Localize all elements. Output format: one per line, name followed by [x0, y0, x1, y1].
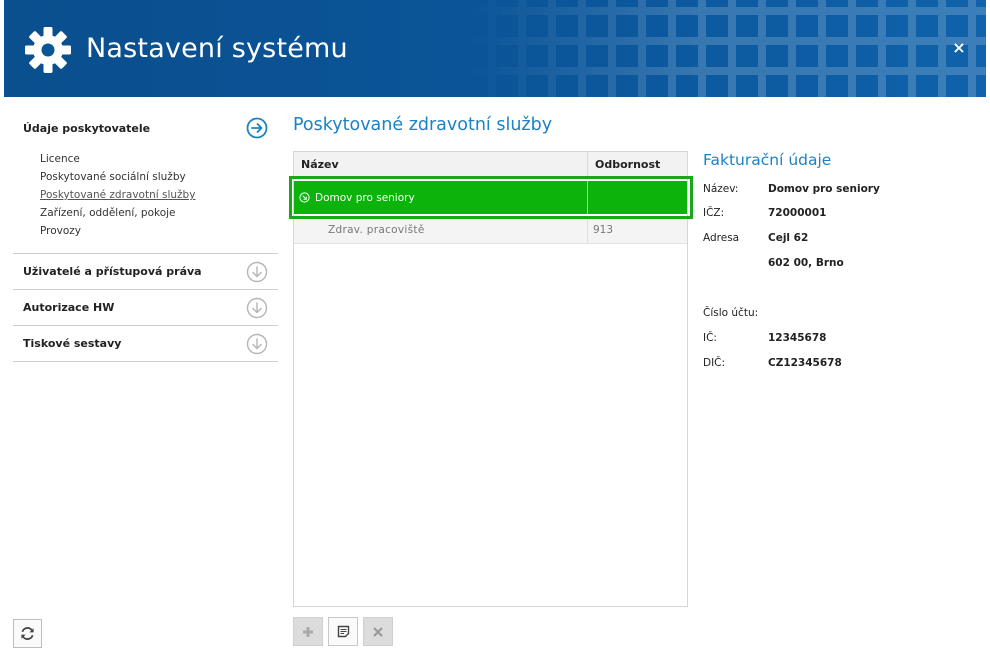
- table-row[interactable]: Zdrav. pracoviště 913: [294, 216, 687, 244]
- invoice-name-label: Název:: [703, 183, 739, 195]
- sidebar: Údaje poskytovatele Licence Poskytované …: [13, 110, 278, 362]
- sidebar-section-users[interactable]: Uživatelé a přístupová práva: [13, 254, 278, 290]
- window-title: Nastavení systému: [86, 33, 348, 64]
- invoice-icz-label: IČZ:: [703, 207, 725, 219]
- column-header-specialty[interactable]: Odbornost: [588, 152, 687, 177]
- sidebar-section-label: Uživatelé a přístupová práva: [23, 265, 202, 278]
- table-cell-specialty: [588, 181, 687, 214]
- invoice-address-line1: Cejl 62: [768, 232, 809, 244]
- invoice-icz-value: 72000001: [768, 207, 827, 219]
- sidebar-item-social-services[interactable]: Poskytované sociální služby: [40, 168, 278, 186]
- sidebar-item-licence[interactable]: Licence: [40, 150, 278, 168]
- table-header: Název Odbornost: [294, 152, 687, 178]
- table-cell-name: Domov pro seniory: [294, 181, 588, 214]
- arrow-down-circle-icon[interactable]: [246, 297, 268, 319]
- sidebar-provider-list: Licence Poskytované sociální služby Posk…: [13, 146, 278, 254]
- column-header-name[interactable]: Název: [294, 152, 588, 177]
- invoice-name-value: Domov pro seniory: [768, 183, 880, 195]
- invoice-dic-label: DIČ:: [703, 357, 726, 369]
- refresh-button[interactable]: [13, 619, 42, 648]
- invoice-address-line2: 602 00, Brno: [768, 257, 844, 269]
- sidebar-section-label: Autorizace HW: [23, 301, 115, 314]
- sidebar-item-operations[interactable]: Provozy: [40, 222, 278, 240]
- window-header: Nastavení systému ×: [4, 0, 986, 97]
- plus-icon: [303, 626, 313, 637]
- edit-button[interactable]: [328, 617, 358, 646]
- header-pattern: [466, 0, 986, 97]
- sidebar-item-health-services[interactable]: Poskytované zdravotní služby: [40, 186, 278, 204]
- table-cell-specialty: 913: [593, 224, 614, 236]
- table-row[interactable]: Domov pro seniory: [294, 181, 687, 214]
- arrow-right-circle-icon[interactable]: [246, 117, 268, 139]
- row-name: Domov pro seniory: [315, 191, 415, 204]
- note-icon: [337, 625, 349, 638]
- add-button[interactable]: [293, 617, 323, 646]
- gear-icon: [25, 27, 71, 73]
- invoice-dic-value: CZ12345678: [768, 357, 842, 369]
- invoice-address-label: Adresa: [703, 232, 740, 244]
- delete-button[interactable]: [363, 617, 393, 646]
- sidebar-section-print[interactable]: Tiskové sestavy: [13, 326, 278, 362]
- sidebar-section-label: Tiskové sestavy: [23, 337, 122, 350]
- table-cell-name: Zdrav. pracoviště: [294, 216, 588, 243]
- invoice-ic-value: 12345678: [768, 332, 827, 344]
- collapse-icon[interactable]: [299, 192, 310, 203]
- invoice-title: Fakturační údaje: [703, 151, 832, 169]
- sidebar-section-hw[interactable]: Autorizace HW: [13, 290, 278, 326]
- invoice-account-label: Číslo účtu:: [703, 307, 759, 319]
- sidebar-section-label: Údaje poskytovatele: [23, 121, 151, 135]
- invoice-ic-label: IČ:: [703, 332, 717, 344]
- sidebar-section-provider[interactable]: Údaje poskytovatele: [13, 110, 278, 146]
- page-title: Poskytované zdravotní služby: [293, 115, 553, 135]
- sidebar-item-facilities[interactable]: Zařízení, oddělení, pokoje: [40, 204, 278, 222]
- table-toolbar: [293, 617, 393, 646]
- refresh-icon: [21, 627, 34, 640]
- close-button[interactable]: ×: [952, 40, 966, 56]
- services-table: Název Odbornost Domov pro seniory Zdrav.…: [293, 151, 688, 607]
- close-icon: [373, 626, 383, 637]
- arrow-down-circle-icon[interactable]: [246, 333, 268, 355]
- arrow-down-circle-icon[interactable]: [246, 261, 268, 283]
